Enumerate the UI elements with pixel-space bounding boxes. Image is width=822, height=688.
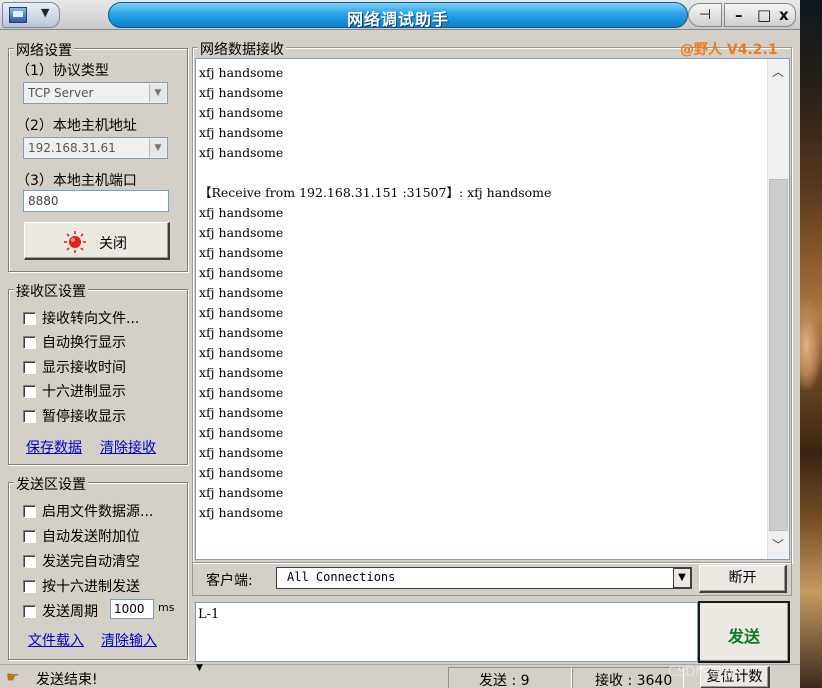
log-line: xfj handsome xyxy=(199,245,284,260)
scrollbar-thumb[interactable] xyxy=(769,179,788,531)
checkbox[interactable] xyxy=(23,530,36,543)
send-button-label: 发送 xyxy=(727,627,760,646)
log-line: xfj handsome xyxy=(199,285,284,300)
log-line: xfj handsome xyxy=(199,225,284,240)
checkbox[interactable] xyxy=(23,555,36,568)
log-line: xfj handsome xyxy=(199,65,284,80)
pin-icon: ⊣ xyxy=(698,7,712,23)
client-select[interactable]: All Connections ▼ xyxy=(276,567,692,589)
file-source-option[interactable]: 启用文件数据源... xyxy=(23,501,153,520)
log-line: xfj handsome xyxy=(199,445,284,460)
title-bar: ▼ 网络调试助手 ⊣ – □ x xyxy=(0,0,800,30)
status-text: 发送结束! xyxy=(36,672,98,688)
log-line: xfj handsome xyxy=(199,365,284,380)
port-input[interactable]: 8880 xyxy=(23,190,169,212)
window-controls: – □ x xyxy=(724,3,796,27)
file-load-link[interactable]: 文件载入 xyxy=(28,630,84,650)
clear-receive-link[interactable]: 清除接收 xyxy=(100,437,156,457)
watermark: CSDN @野 xyxy=(668,665,736,680)
protocol-label: （1）协议类型 xyxy=(16,63,109,79)
log-line: xfj handsome xyxy=(199,125,284,140)
host-value: 192.168.31.61 xyxy=(28,141,116,155)
checkbox[interactable] xyxy=(23,336,36,349)
log-line: xfj handsome xyxy=(199,105,284,120)
auto-clear-option[interactable]: 发送完自动清空 xyxy=(23,551,140,570)
log-line: xfj handsome xyxy=(199,265,284,280)
resize-grip-icon: ▼ xyxy=(196,663,203,673)
save-data-link[interactable]: 保存数据 xyxy=(26,437,82,457)
port-label: （3）本地主机端口 xyxy=(16,173,137,189)
send-period-input[interactable]: 1000 xyxy=(110,599,154,619)
chevron-down-icon[interactable]: ▼ xyxy=(149,139,166,157)
close-button[interactable]: x xyxy=(779,6,789,24)
app-icon xyxy=(9,7,27,23)
scroll-down-icon[interactable]: ﹀ xyxy=(772,536,784,553)
hex-display-option[interactable]: 十六进制显示 xyxy=(23,381,126,400)
receive-area-title: 网络数据接收 xyxy=(198,39,286,59)
receive-settings-title: 接收区设置 xyxy=(14,281,88,301)
protocol-value: TCP Server xyxy=(28,86,94,100)
log-line: xfj handsome xyxy=(199,385,284,400)
maximize-button[interactable]: □ xyxy=(757,6,771,24)
close-button-label: 关闭 xyxy=(99,236,127,252)
checkbox[interactable] xyxy=(23,580,36,593)
period-unit: ms xyxy=(158,601,175,614)
log-line: xfj handsome xyxy=(199,425,284,440)
chevron-down-icon[interactable]: ▼ xyxy=(673,568,691,588)
status-light-icon xyxy=(64,231,86,253)
host-label: （2）本地主机地址 xyxy=(16,118,137,134)
send-period-option[interactable]: 发送周期 xyxy=(23,601,98,620)
version-label: @野人 V4.2.1 xyxy=(680,42,778,58)
client-label: 客户端: xyxy=(206,573,253,589)
sent-count: 发送 : 9 xyxy=(448,667,572,688)
log-line: xfj handsome xyxy=(199,465,284,480)
window-title: 网络调试助手 xyxy=(346,10,449,29)
log-line: 【Receive from 192.168.31.151 :31507】: xf… xyxy=(199,185,552,200)
log-line: xfj handsome xyxy=(199,505,284,520)
log-line: xfj handsome xyxy=(199,145,284,160)
checkbox[interactable] xyxy=(23,361,36,374)
minimize-button[interactable]: – xyxy=(735,6,743,24)
auto-wrap-option[interactable]: 自动换行显示 xyxy=(23,332,126,351)
title-pill: 网络调试助手 xyxy=(108,2,688,29)
log-line: xfj handsome xyxy=(199,305,284,320)
auto-append-option[interactable]: 自动发送附加位 xyxy=(23,526,140,545)
log-blank-line xyxy=(199,163,764,183)
checkbox[interactable] xyxy=(23,312,36,325)
log-line: xfj handsome xyxy=(199,345,284,360)
show-receive-time-option[interactable]: 显示接收时间 xyxy=(23,357,126,376)
receive-to-file-option[interactable]: 接收转向文件... xyxy=(23,308,139,327)
send-button[interactable]: 发送 xyxy=(698,601,790,663)
checkbox[interactable] xyxy=(23,605,36,618)
checkbox[interactable] xyxy=(23,385,36,398)
disconnect-button[interactable]: 断开 xyxy=(699,565,787,593)
close-connection-button[interactable]: 关闭 xyxy=(24,222,170,260)
hex-send-option[interactable]: 按十六进制发送 xyxy=(23,576,140,595)
chevron-down-icon: ▼ xyxy=(41,6,50,19)
send-input[interactable]: L-1 xyxy=(195,602,698,662)
log-line: xfj handsome xyxy=(199,85,284,100)
scroll-up-icon[interactable]: ︿ xyxy=(772,63,784,80)
receive-log: xfj handsome xfj handsome xfj handsome xfj … xyxy=(199,63,764,523)
pin-button[interactable]: ⊣ xyxy=(688,3,722,27)
checkbox[interactable] xyxy=(23,410,36,423)
chevron-down-icon[interactable]: ▼ xyxy=(149,84,166,102)
clear-input-link[interactable]: 清除输入 xyxy=(101,630,157,650)
pause-receive-option[interactable]: 暂停接收显示 xyxy=(23,406,126,425)
receive-textarea[interactable]: xfj handsome xfj handsome xfj handsome xfj … xyxy=(195,58,790,560)
log-line: xfj handsome xyxy=(199,405,284,420)
network-settings-title: 网络设置 xyxy=(14,40,74,60)
log-line: xfj handsome xyxy=(199,485,284,500)
system-menu-button[interactable]: ▼ xyxy=(2,2,60,28)
checkbox[interactable] xyxy=(23,505,36,518)
hand-pointer-icon: ☛ xyxy=(6,668,20,686)
receive-scrollbar[interactable]: ︿ ﹀ xyxy=(767,59,789,559)
protocol-select[interactable]: TCP Server ▼ xyxy=(23,82,168,104)
host-select[interactable]: 192.168.31.61 ▼ xyxy=(23,137,168,159)
client-select-value: All Connections xyxy=(287,570,396,584)
app-window: ▼ 网络调试助手 ⊣ – □ x 网络设置 （1）协议类型 TCP Server… xyxy=(0,0,800,688)
log-line: xfj handsome xyxy=(199,205,284,220)
send-settings-title: 发送区设置 xyxy=(14,474,88,494)
log-line: xfj handsome xyxy=(199,325,284,340)
